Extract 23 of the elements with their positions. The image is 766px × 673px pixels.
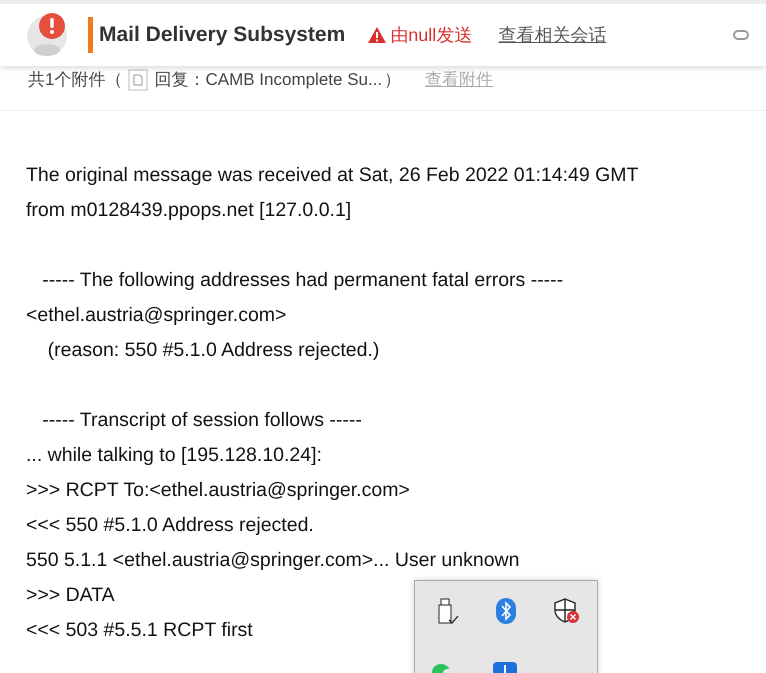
message-line: ----- Transcript of session follows ----- (41, 408, 362, 433)
message-line: <ethel.austria@springer.com> (26, 303, 286, 328)
attachment-name[interactable]: 回复：CAMB Incomplete Su... (154, 68, 382, 91)
warning-text: 由null发送 (390, 24, 472, 47)
warning-icon (367, 26, 388, 44)
shield-icon[interactable] (553, 597, 581, 625)
message-line: ... while talking to [195.128.10.24]: (26, 443, 322, 468)
message-line: 550 5.1.1 <ethel.austria@springer.com>... User unknown (26, 548, 520, 573)
message-line: ----- The following addresses had permanent fatal errors ----- (41, 268, 564, 293)
accent-bar (88, 17, 93, 53)
file-icon (128, 68, 148, 90)
message-line: (reason: 550 #5.1.0 Address rejected.) (46, 338, 380, 363)
message-line: The original message was received at Sat, 26 Feb 2022 01:14:49 GMT (26, 163, 638, 188)
related-link[interactable]: 查看相关会话 (498, 23, 606, 47)
message-line: >>> RCPT To:<ethel.austria@springer.com> (26, 478, 410, 503)
attachment-paren: ） (384, 69, 402, 91)
message-line: >>> DATA (26, 583, 115, 608)
sender-name: Mail Delivery Subsystem (99, 23, 346, 47)
message-line: from m0128439.ppops.net [127.0.0.1] (26, 198, 352, 223)
bluetooth-icon[interactable] (495, 597, 517, 625)
message-line: <<< 550 #5.1.0 Address rejected. (26, 513, 314, 538)
attachment-count: 共1个附件（ (28, 69, 122, 91)
message-line: <<< 503 #5.5.1 RCPT first (26, 618, 253, 643)
